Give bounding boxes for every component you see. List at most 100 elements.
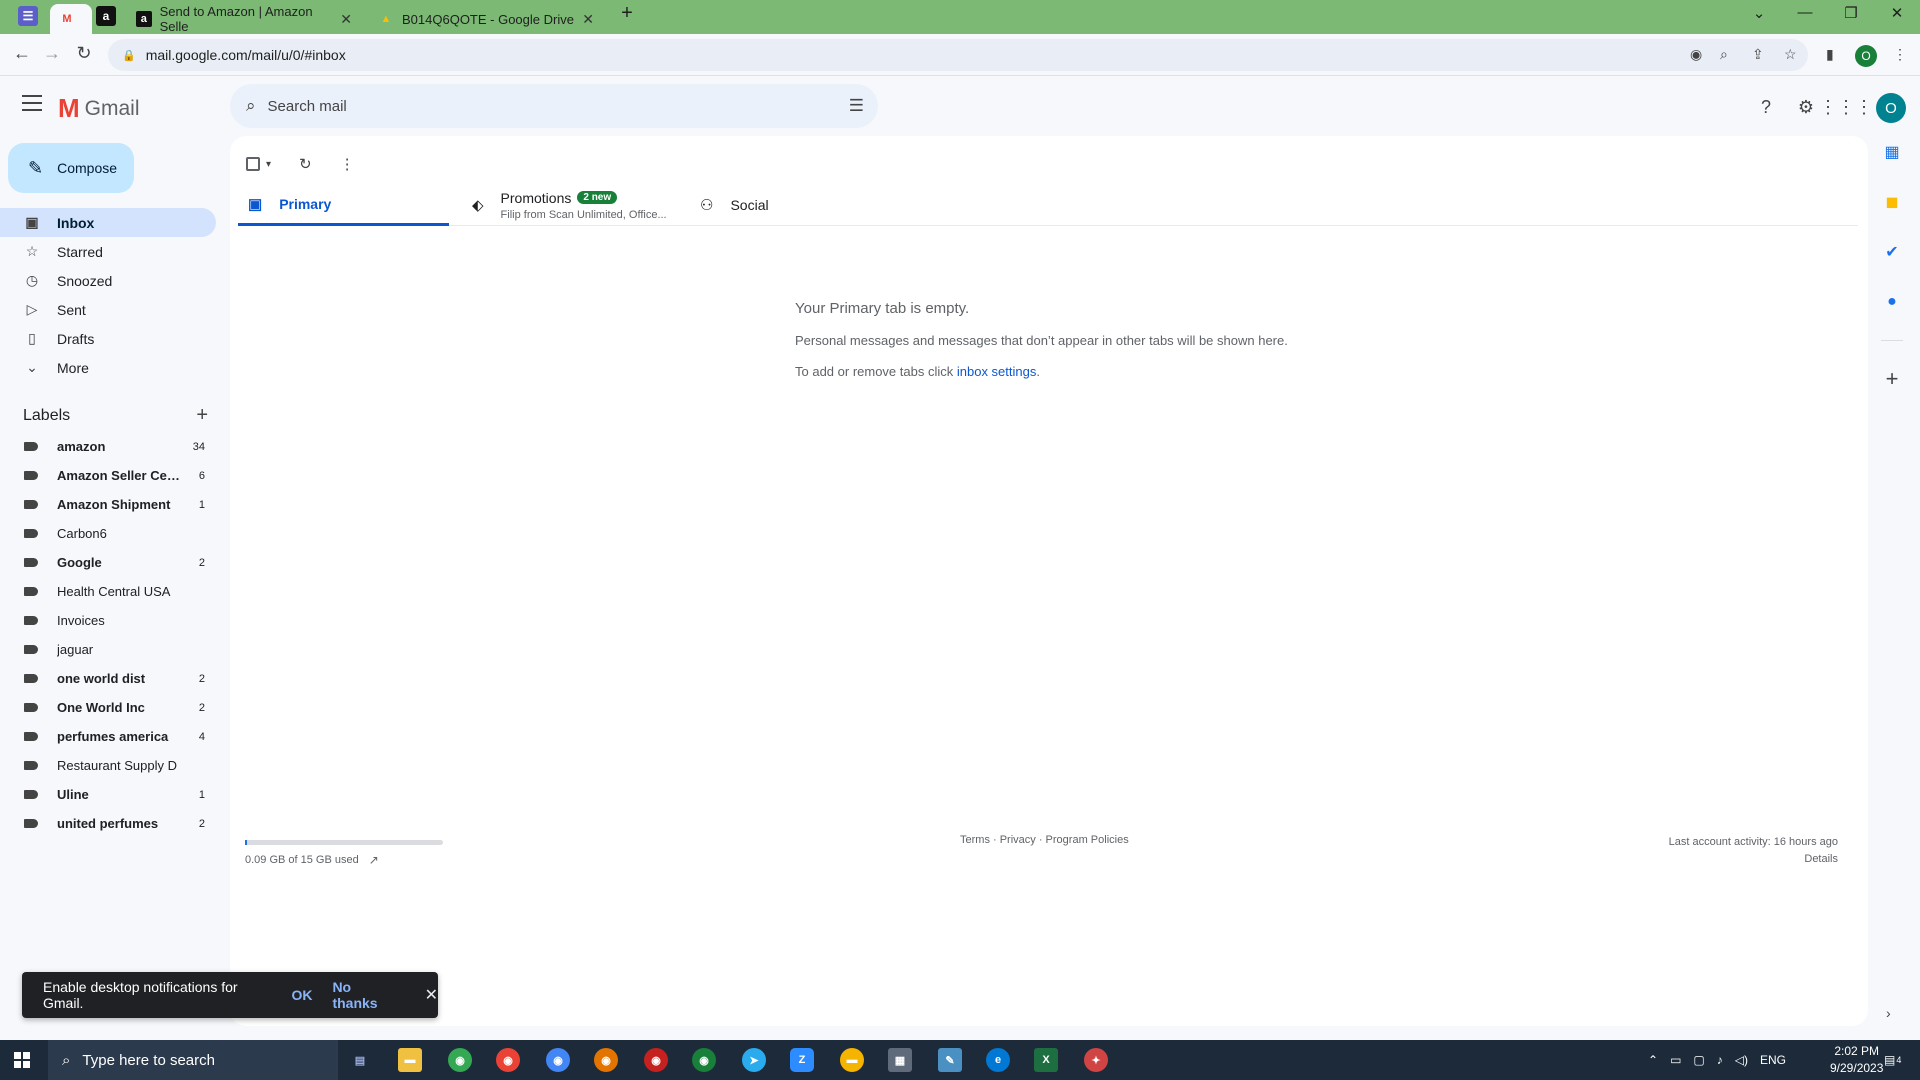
task-view-icon[interactable]: ▤ bbox=[348, 1048, 372, 1072]
more-options-icon[interactable]: ⋮ bbox=[340, 155, 355, 173]
label-item[interactable]: Carbon6 bbox=[0, 519, 216, 548]
search-icon[interactable]: ⌕ bbox=[246, 96, 256, 116]
label-item[interactable]: Amazon Shipment 1 bbox=[0, 490, 216, 519]
sidebar-item-drafts[interactable]: ▯ Drafts bbox=[0, 324, 216, 353]
tab-search-chevron-icon[interactable]: ⌄ bbox=[1744, 4, 1774, 22]
close-icon[interactable]: ✕ bbox=[340, 11, 352, 28]
reload-button[interactable]: ↻ bbox=[72, 43, 96, 64]
show-hidden-icons-icon[interactable]: ⌃ bbox=[1648, 1053, 1658, 1067]
browser-tab-amazon[interactable]: a Send to Amazon | Amazon Selle ✕ bbox=[126, 4, 362, 34]
eye-icon[interactable]: ◉ bbox=[1690, 46, 1702, 63]
account-avatar[interactable]: O bbox=[1876, 93, 1906, 123]
settings-gear-icon[interactable]: ⚙ bbox=[1794, 95, 1818, 119]
tab-primary[interactable]: ▣ Primary bbox=[238, 184, 449, 226]
chrome-icon[interactable]: ◉ bbox=[496, 1048, 520, 1072]
windows-start-icon[interactable] bbox=[14, 1052, 30, 1068]
notification-center-icon[interactable]: ▤ 4 bbox=[1884, 1040, 1901, 1080]
notepad-icon[interactable]: ✎ bbox=[938, 1048, 962, 1072]
maximize-button[interactable]: ❐ bbox=[1836, 4, 1866, 22]
address-bar[interactable]: 🔒 mail.google.com/mail/u/0/#inbox bbox=[108, 39, 1808, 71]
compose-button[interactable]: ✎ Compose bbox=[8, 143, 134, 193]
chevron-right-icon[interactable]: › bbox=[1886, 1005, 1891, 1021]
back-button[interactable]: ← bbox=[10, 43, 34, 64]
forward-button[interactable]: → bbox=[40, 43, 64, 64]
chrome-icon[interactable]: ◉ bbox=[594, 1048, 618, 1072]
network-icon[interactable]: ▭ bbox=[1670, 1053, 1681, 1067]
language-indicator[interactable]: ENG bbox=[1760, 1053, 1786, 1067]
zoom-app-icon[interactable]: Z bbox=[790, 1048, 814, 1072]
chrome-icon[interactable]: ◉ bbox=[692, 1048, 716, 1072]
edge-icon[interactable]: e bbox=[986, 1048, 1010, 1072]
browser-tab-drive[interactable]: ▲ B014Q6QOTE - Google Drive ✕ bbox=[368, 4, 604, 34]
tasks-icon[interactable]: ✔ bbox=[1880, 240, 1904, 264]
tab-promotions[interactable]: ⬖ Promotions 2 new Filip from Scan Unlim… bbox=[472, 184, 667, 226]
select-all-checkbox[interactable] bbox=[246, 157, 260, 171]
bookmark-star-icon[interactable]: ☆ bbox=[1784, 46, 1797, 63]
help-icon[interactable]: ? bbox=[1754, 95, 1778, 119]
keep-icon[interactable]: ◼ bbox=[1880, 190, 1904, 214]
tab-search-icon[interactable]: ☰ bbox=[18, 6, 38, 26]
label-item[interactable]: Health Central USA bbox=[0, 577, 216, 606]
refresh-icon[interactable]: ↻ bbox=[299, 155, 312, 173]
details-link[interactable]: Details bbox=[1669, 851, 1838, 868]
amazon-icon[interactable]: a bbox=[96, 6, 116, 26]
window-close-button[interactable]: ✕ bbox=[1882, 4, 1912, 22]
tab-social[interactable]: ⚇ Social bbox=[700, 184, 769, 226]
share-icon[interactable]: ⇪ bbox=[1752, 46, 1764, 63]
sidebar-item-snoozed[interactable]: ◷ Snoozed bbox=[0, 266, 216, 295]
inbox-settings-link[interactable]: inbox settings bbox=[957, 364, 1037, 379]
label-item[interactable]: one world dist 2 bbox=[0, 664, 216, 693]
browser-profile-avatar[interactable]: O bbox=[1855, 45, 1877, 67]
close-icon[interactable]: ✕ bbox=[582, 11, 594, 28]
meet-icon[interactable]: ▢ bbox=[1693, 1053, 1704, 1067]
sidebar-item-sent[interactable]: ▷ Sent bbox=[0, 295, 216, 324]
chrome-icon[interactable]: ◉ bbox=[644, 1048, 668, 1072]
volume-icon[interactable]: ◁) bbox=[1735, 1053, 1748, 1067]
apps-grid-icon[interactable]: ⋮⋮⋮ bbox=[1819, 95, 1873, 119]
ok-button[interactable]: OK bbox=[291, 987, 312, 1003]
close-icon[interactable]: ✕ bbox=[425, 985, 438, 1005]
label-item[interactable]: jaguar bbox=[0, 635, 216, 664]
footer-links[interactable]: Terms · Privacy · Program Policies bbox=[960, 834, 1129, 846]
sidebar-item-inbox[interactable]: ▣ Inbox bbox=[0, 208, 216, 237]
select-dropdown-icon[interactable]: ▾ bbox=[266, 159, 271, 170]
label-item[interactable]: amazon 34 bbox=[0, 432, 216, 461]
calendar-icon[interactable]: ▦ bbox=[1880, 140, 1904, 164]
side-panel-icon[interactable]: ▮ bbox=[1826, 46, 1834, 63]
add-addon-icon[interactable]: + bbox=[1880, 366, 1904, 391]
label-item[interactable]: Restaurant Supply D bbox=[0, 751, 216, 780]
label-item[interactable]: Amazon Seller Cen... 6 bbox=[0, 461, 216, 490]
label-item[interactable]: One World Inc 2 bbox=[0, 693, 216, 722]
file-explorer-icon[interactable]: ▬ bbox=[398, 1048, 422, 1072]
taskbar-search[interactable]: ⌕ Type here to search bbox=[48, 1040, 338, 1080]
calculator-icon[interactable]: ▦ bbox=[888, 1048, 912, 1072]
label-item[interactable]: united perfumes 2 bbox=[0, 809, 216, 838]
app-icon[interactable]: ▬ bbox=[840, 1048, 864, 1072]
search-bar[interactable]: ⌕ Search mail ☰ bbox=[230, 84, 878, 128]
browser-menu-icon[interactable]: ⋮ bbox=[1893, 46, 1907, 63]
taskbar-clock[interactable]: 2:02 PM 9/29/2023 bbox=[1830, 1043, 1883, 1077]
contacts-icon[interactable]: ● bbox=[1880, 290, 1904, 314]
label-item[interactable]: Google 2 bbox=[0, 548, 216, 577]
telegram-icon[interactable]: ➤ bbox=[742, 1048, 766, 1072]
chrome-icon[interactable]: ◉ bbox=[448, 1048, 472, 1072]
microphone-icon[interactable]: ♪ bbox=[1717, 1053, 1723, 1067]
search-options-icon[interactable]: ☰ bbox=[849, 96, 864, 116]
gmail-logo[interactable]: M Gmail bbox=[58, 93, 140, 124]
minimize-button[interactable]: — bbox=[1790, 4, 1820, 21]
app-icon[interactable]: ✦ bbox=[1084, 1048, 1108, 1072]
label-item[interactable]: perfumes america 4 bbox=[0, 722, 216, 751]
external-link-icon[interactable]: ↗ bbox=[369, 853, 379, 867]
chrome-icon[interactable]: ◉ bbox=[546, 1048, 570, 1072]
browser-tab-gmail[interactable]: M bbox=[50, 4, 92, 34]
sidebar-item-starred[interactable]: ☆ Starred bbox=[0, 237, 216, 266]
no-thanks-button[interactable]: No thanks bbox=[332, 979, 396, 1011]
add-label-icon[interactable]: + bbox=[196, 404, 208, 427]
new-tab-button[interactable]: + bbox=[612, 2, 642, 25]
label-item[interactable]: Invoices bbox=[0, 606, 216, 635]
excel-icon[interactable]: X bbox=[1034, 1048, 1058, 1072]
search-input[interactable]: Search mail bbox=[268, 98, 347, 115]
sidebar-item-more[interactable]: ⌄ More bbox=[0, 353, 216, 382]
label-item[interactable]: Uline 1 bbox=[0, 780, 216, 809]
zoom-icon[interactable]: ⌕ bbox=[1720, 46, 1728, 63]
